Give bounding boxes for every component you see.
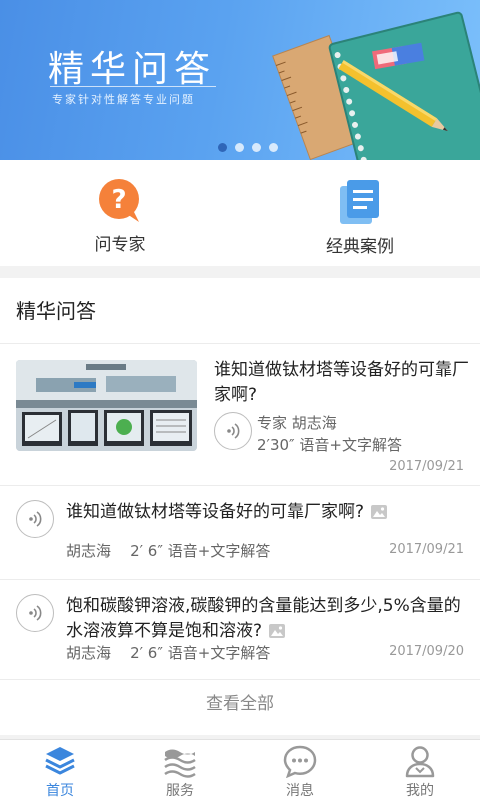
voice-icon xyxy=(29,511,42,527)
tab-profile[interactable]: 我的 xyxy=(360,740,480,801)
notebook-illustration xyxy=(272,11,480,160)
image-attachment-icon xyxy=(371,505,388,519)
question-card[interactable]: 谁知道做钛材塔等设备好的可靠厂家啊? 胡志海 2′ 6″ 语音+文字解答 201… xyxy=(0,486,480,580)
answer-meta: 胡志海 2′ 6″ 语音+文字解答 xyxy=(66,642,270,663)
waves-icon xyxy=(164,749,196,778)
voice-duration: 2′ 6″ xyxy=(130,644,163,662)
ask-expert-button[interactable]: ? 问专家 xyxy=(0,160,240,266)
tab-messages[interactable]: 消息 xyxy=(240,740,360,801)
question-card[interactable]: 饱和碳酸钾溶液,碳酸钾的含量能达到多少,5%含量的水溶液算不算是饱和溶液? 胡志… xyxy=(0,580,480,680)
question-title[interactable]: 谁知道做钛材塔等设备好的可靠厂家啊? xyxy=(66,500,470,525)
carousel-dot[interactable] xyxy=(235,143,244,152)
document-list-icon xyxy=(340,180,379,224)
author-name: 胡志海 xyxy=(66,542,112,560)
expert-name: 专家 胡志海 xyxy=(257,414,337,432)
question-bubble-icon: ? xyxy=(99,179,139,222)
banner-title: 精华问答 xyxy=(48,49,217,90)
question-title[interactable]: 谁知道做钛材塔等设备好的可靠厂家啊? xyxy=(214,358,470,408)
voice-play-button[interactable] xyxy=(16,500,54,538)
image-attachment-icon xyxy=(269,624,286,638)
voice-play-button[interactable] xyxy=(16,594,54,632)
carousel-dot[interactable] xyxy=(218,143,227,152)
carousel-dot[interactable] xyxy=(269,143,278,152)
svg-text:?: ? xyxy=(111,185,126,215)
voice-play-button[interactable] xyxy=(214,412,252,450)
banner-subtitle: 专家针对性解答专业问题 xyxy=(52,93,195,106)
tab-services[interactable]: 服务 xyxy=(120,740,240,801)
voice-icon xyxy=(29,605,42,621)
classic-cases-button[interactable]: 经典案例 xyxy=(240,160,480,266)
question-text: 饱和碳酸钾溶液,碳酸钾的含量能达到多少,5%含量的水溶液算不算是饱和溶液? xyxy=(66,596,461,641)
tab-label: 首页 xyxy=(46,783,74,799)
featured-question-card[interactable]: 谁知道做钛材塔等设备好的可靠厂家啊? 专家 胡志海 2′30″ 语音+文字解答 … xyxy=(0,344,480,486)
question-date: 2017/09/21 xyxy=(389,542,464,557)
author-name: 胡志海 xyxy=(66,644,112,662)
voice-icon xyxy=(227,423,240,439)
classic-cases-label: 经典案例 xyxy=(326,237,394,257)
tab-label: 服务 xyxy=(166,783,194,799)
view-all-link[interactable]: 查看全部 xyxy=(0,680,480,732)
essential-qa-section: 精华问答 谁知道做钛材塔等设备好的可靠厂家啊? 专家 胡志海 2′30″ 语音+… xyxy=(0,278,480,735)
tab-home[interactable]: 首页 xyxy=(0,740,120,801)
question-text: 谁知道做钛材塔等设备好的可靠厂家啊? xyxy=(66,502,365,522)
question-title[interactable]: 饱和碳酸钾溶液,碳酸钾的含量能达到多少,5%含量的水溶液算不算是饱和溶液? xyxy=(66,594,470,644)
question-thumbnail xyxy=(16,360,197,451)
user-icon xyxy=(405,746,435,778)
answer-meta: 2′30″ 语音+文字解答 xyxy=(257,436,402,454)
question-date: 2017/09/21 xyxy=(389,459,464,474)
question-date: 2017/09/20 xyxy=(389,644,464,659)
carousel-indicators[interactable] xyxy=(0,143,480,152)
answer-type: 语音+文字解答 xyxy=(167,542,271,560)
chat-bubble-icon xyxy=(283,745,317,778)
banner-divider xyxy=(50,86,216,87)
voice-duration: 2′ 6″ xyxy=(130,542,163,560)
section-title: 精华问答 xyxy=(0,278,480,344)
quick-entries: ? 问专家 经典案例 xyxy=(0,160,480,266)
tab-label: 我的 xyxy=(406,783,434,799)
answer-meta: 胡志海 2′ 6″ 语音+文字解答 xyxy=(66,540,270,561)
answer-type: 语音+文字解答 xyxy=(167,644,271,662)
carousel-dot[interactable] xyxy=(252,143,261,152)
tab-label: 消息 xyxy=(286,783,314,799)
bottom-tab-bar: 首页 服务 消息 我的 xyxy=(0,739,480,801)
layers-icon xyxy=(45,747,75,775)
ask-expert-label: 问专家 xyxy=(94,235,146,255)
banner-carousel[interactable]: 精华问答 专家针对性解答专业问题 xyxy=(0,0,480,160)
